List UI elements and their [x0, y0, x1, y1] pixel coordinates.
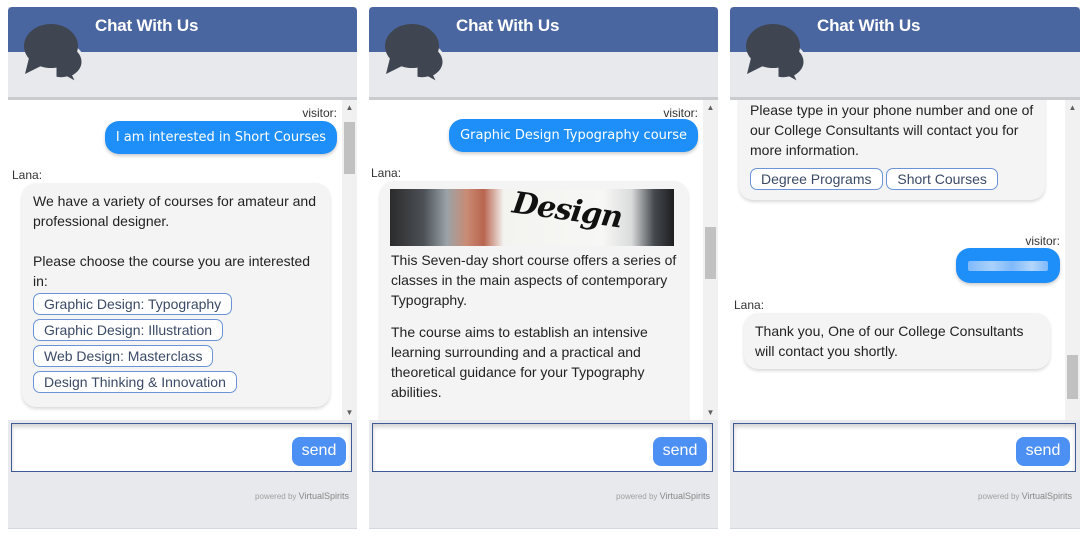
chat-bubbles-icon [385, 24, 446, 84]
message-paragraph: Please type in your phone number and one… [750, 102, 1034, 158]
powered-by-brand[interactable]: VirtualSpirits [1022, 491, 1072, 501]
chat-widget-2: Chat With Us visitor: Graphic Design Typ… [369, 7, 718, 529]
sender-label: visitor: [663, 106, 698, 120]
message-input[interactable]: send [372, 423, 713, 472]
option-button[interactable]: Graphic Design: Illustration [33, 319, 224, 341]
message-paragraph: The course aims to establish an intensiv… [391, 324, 648, 400]
message-paragraph: We have a variety of courses for amateur… [33, 193, 316, 229]
powered-by: powered by VirtualSpirits [978, 491, 1072, 501]
powered-by: powered by VirtualSpirits [616, 491, 710, 501]
powered-by-brand[interactable]: VirtualSpirits [299, 491, 349, 501]
scrollbar[interactable]: ▲ [1065, 100, 1080, 420]
scroll-thumb[interactable] [344, 122, 355, 174]
message-list: Please type in your phone number and one… [730, 97, 1080, 420]
message-paragraph: This Seven-day short course offers a ser… [391, 252, 677, 308]
chat-title: Chat With Us [456, 16, 560, 35]
option-button[interactable]: Degree Programs [750, 168, 883, 190]
sender-label: Lana: [12, 168, 43, 182]
scroll-up-arrow-icon[interactable]: ▲ [1065, 100, 1080, 115]
option-button[interactable]: Design Thinking & Innovation [33, 371, 237, 393]
scroll-down-arrow-icon[interactable]: ▼ [703, 405, 718, 420]
chat-widget-3: Chat With Us Please type in your phone n… [730, 7, 1080, 529]
bot-message: We have a variety of courses for amateur… [22, 183, 330, 407]
send-button[interactable]: send [1016, 437, 1070, 466]
bot-message: Design This Seven-day short course offer… [380, 181, 688, 420]
message-paragraph: Please choose the course you are interes… [33, 253, 311, 289]
powered-by-prefix: powered by [616, 492, 658, 501]
send-button[interactable]: send [292, 437, 346, 466]
message-input[interactable]: send [733, 423, 1076, 472]
visitor-message: Graphic Design Typography course [449, 119, 698, 152]
message-list: visitor: Graphic Design Typography cours… [369, 97, 718, 420]
scroll-up-arrow-icon[interactable]: ▲ [703, 100, 718, 115]
scroll-thumb[interactable] [1067, 355, 1078, 399]
sender-label: Lana: [734, 298, 765, 312]
course-image: Design [390, 189, 674, 246]
chat-title: Chat With Us [95, 16, 199, 35]
image-caption: Design [510, 189, 625, 236]
send-button[interactable]: send [653, 437, 707, 466]
scrollbar[interactable]: ▲ ▼ [342, 100, 357, 420]
option-button[interactable]: Graphic Design: Typography [33, 293, 233, 315]
scroll-down-arrow-icon[interactable]: ▼ [342, 405, 357, 420]
chat-widget-1: Chat With Us visitor: I am interested in… [8, 7, 357, 529]
visitor-message [956, 248, 1060, 283]
powered-by-prefix: powered by [255, 492, 297, 501]
scroll-thumb[interactable] [705, 227, 716, 279]
option-button[interactable]: Web Design: Masterclass [33, 345, 214, 367]
scrollbar[interactable]: ▲ ▼ [703, 100, 718, 420]
powered-by-brand[interactable]: VirtualSpirits [660, 491, 710, 501]
sender-label: visitor: [1025, 234, 1060, 248]
sender-label: Lana: [371, 166, 402, 180]
message-input[interactable]: send [11, 423, 352, 472]
chat-title: Chat With Us [817, 16, 921, 35]
message-list: visitor: I am interested in Short Course… [8, 97, 357, 420]
bot-message: Thank you, One of our College Consultant… [744, 313, 1050, 369]
chat-bubbles-icon [746, 24, 807, 84]
chat-bubbles-icon [24, 24, 85, 84]
redacted-phone [968, 260, 1048, 271]
sender-label: visitor: [302, 106, 337, 120]
scroll-up-arrow-icon[interactable]: ▲ [342, 100, 357, 115]
bot-message: Please type in your phone number and one… [739, 100, 1045, 200]
powered-by-prefix: powered by [978, 492, 1020, 501]
powered-by: powered by VirtualSpirits [255, 491, 349, 501]
option-button[interactable]: Short Courses [886, 168, 998, 190]
visitor-message: I am interested in Short Courses [104, 121, 337, 154]
